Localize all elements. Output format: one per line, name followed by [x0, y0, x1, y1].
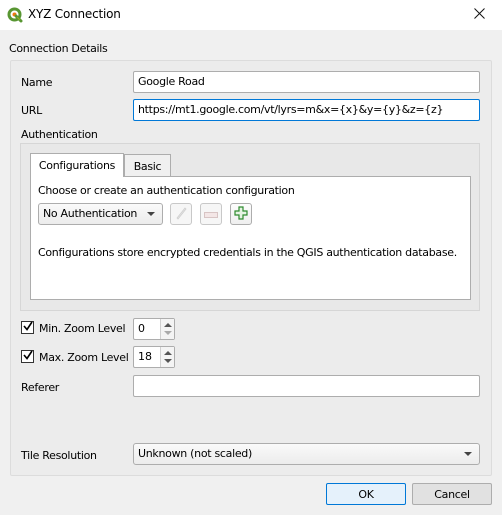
connection-details-label: Connection Details: [9, 42, 108, 55]
tab-configurations-label: Configurations: [38, 159, 116, 172]
url-input[interactable]: https://mt1.google.com/vt/lyrs=m&x={x}&y…: [133, 99, 480, 121]
tab-configurations[interactable]: Configurations: [30, 153, 124, 177]
chevron-down-icon: [147, 212, 155, 216]
max-zoom-spin-buttons[interactable]: [160, 347, 174, 367]
chevron-down-icon: [464, 452, 472, 456]
auth-config-select[interactable]: No Authentication: [38, 203, 163, 225]
min-zoom-spinbox[interactable]: 0: [133, 318, 175, 340]
spin-down-icon[interactable]: [164, 331, 172, 335]
minus-icon: [204, 208, 218, 221]
title-bar: XYZ Connection: [0, 0, 502, 30]
ok-button-label: OK: [358, 487, 374, 501]
spin-up-icon[interactable]: [164, 323, 172, 327]
auth-config-prompt: Choose or create an authentication confi…: [38, 184, 295, 197]
tab-basic-label: Basic: [133, 159, 162, 173]
max-zoom-checkbox[interactable]: [21, 350, 34, 363]
cancel-button-label: Cancel: [434, 487, 470, 501]
qgis-logo-icon: [7, 7, 23, 23]
tile-resolution-label: Tile Resolution: [21, 449, 97, 462]
max-zoom-spinbox[interactable]: 18: [133, 346, 175, 368]
cancel-button[interactable]: Cancel: [412, 483, 492, 505]
close-icon: [473, 8, 485, 22]
ok-button[interactable]: OK: [326, 483, 406, 505]
remove-config-button[interactable]: [200, 203, 222, 225]
checkmark-icon: [22, 321, 33, 334]
min-zoom-value: 0: [138, 322, 145, 335]
max-zoom-label: Max. Zoom Level: [39, 351, 129, 364]
tile-resolution-selected: Unknown (not scaled): [138, 447, 252, 460]
close-button[interactable]: [456, 0, 502, 30]
edit-config-button[interactable]: [170, 203, 192, 225]
auth-info-text: Configurations store encrypted credentia…: [38, 246, 457, 259]
spin-down-icon[interactable]: [164, 359, 172, 363]
authentication-label: Authentication: [21, 128, 98, 141]
tab-basic[interactable]: Basic: [124, 154, 171, 177]
min-zoom-checkbox[interactable]: [21, 321, 34, 334]
max-zoom-value: 18: [138, 350, 152, 363]
pencil-icon: [174, 206, 188, 223]
spin-up-icon[interactable]: [164, 351, 172, 355]
url-label: URL: [21, 104, 42, 117]
window-title: XYZ Connection: [28, 7, 121, 21]
min-zoom-label: Min. Zoom Level: [39, 322, 126, 335]
checkmark-icon: [22, 350, 33, 363]
min-zoom-spin-buttons[interactable]: [160, 319, 174, 339]
plus-icon: [234, 205, 248, 223]
referer-input[interactable]: [133, 375, 480, 397]
tile-resolution-select[interactable]: Unknown (not scaled): [133, 443, 480, 465]
add-config-button[interactable]: [230, 203, 252, 225]
name-label: Name: [21, 76, 53, 89]
referer-label: Referer: [21, 381, 60, 394]
auth-config-selected: No Authentication: [43, 207, 138, 220]
name-input[interactable]: Google Road: [133, 71, 480, 93]
